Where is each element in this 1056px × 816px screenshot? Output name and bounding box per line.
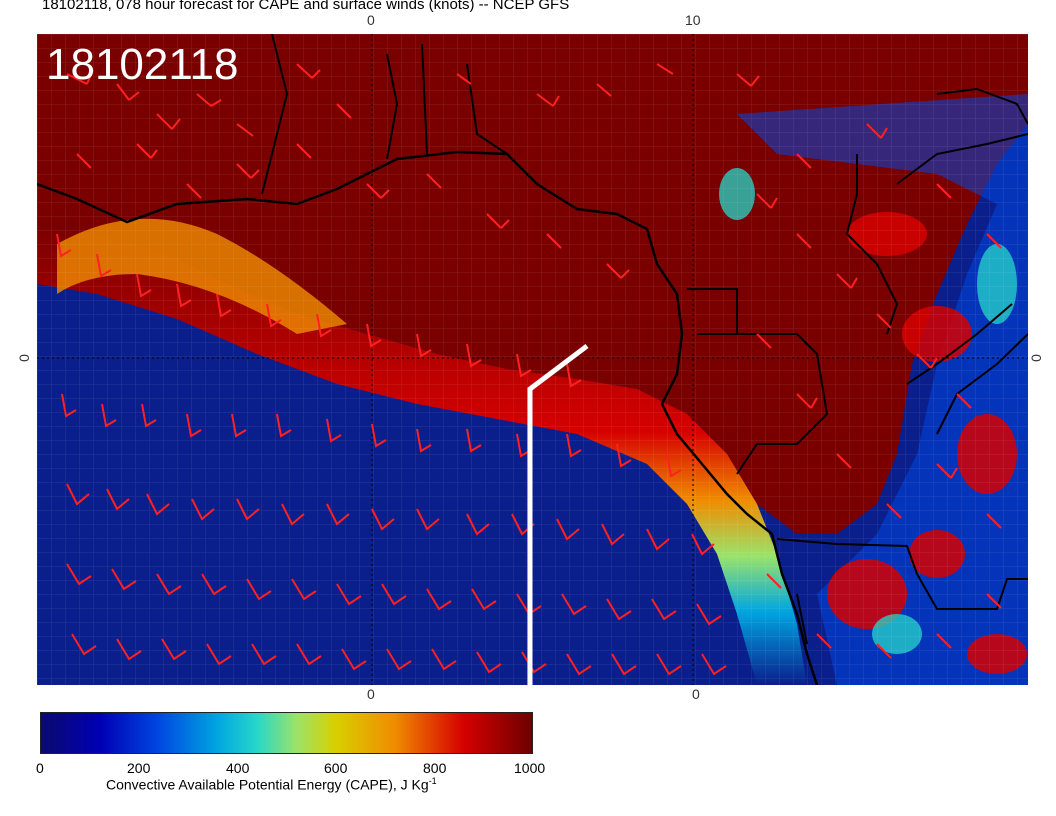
top-tick-0: 0 [367,12,375,28]
left-tick-0: 0 [15,354,32,362]
colorbar [40,712,533,754]
bottom-tick-0: 0 [367,686,375,702]
colorbar-label-200: 200 [127,760,151,776]
colorbar-label-800: 800 [423,760,447,776]
colorbar-label-1000: 1000 [514,760,546,776]
colorbar-title-text: Convective Available Potential Energy (C… [106,776,429,793]
colorbar-label-0: 0 [36,760,44,776]
colorbar-label-600: 600 [324,760,348,776]
right-tick-0: 0 [1027,354,1044,362]
colorbar-title: Convective Available Potential Energy (C… [106,776,437,793]
date-stamp: 18102118 [46,40,239,89]
map-canvas [37,34,1028,685]
map-title: 18102118, 078 hour forecast for CAPE and… [42,0,570,13]
colorbar-label-400: 400 [226,760,250,776]
colorbar-title-exponent: -1 [428,776,437,786]
cape-map [37,34,1028,685]
top-tick-10: 10 [685,12,701,28]
bottom-tick-10: 0 [692,686,700,702]
